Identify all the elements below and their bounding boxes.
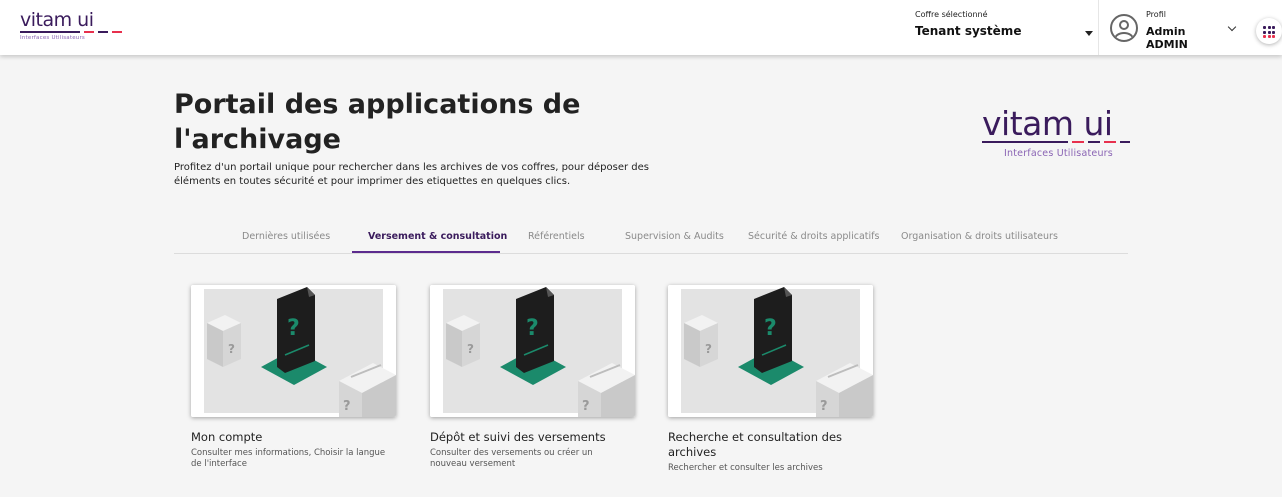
svg-text:?: ? <box>820 399 828 414</box>
card-title: Dépôt et suivi des versements <box>430 430 606 444</box>
tab-referentiels[interactable]: Référentiels <box>528 231 585 242</box>
logo-dashes <box>20 31 122 33</box>
tab-versement-consultation[interactable]: Versement & consultation <box>368 231 507 242</box>
hero-logo-text: vitam ui <box>982 104 1113 143</box>
svg-text:?: ? <box>582 399 590 414</box>
hero-logo-subtitle: Interfaces Utilisateurs <box>1004 148 1113 159</box>
coffre-label: Coffre sélectionné <box>915 10 988 19</box>
hero-logo-dashes <box>982 141 1130 143</box>
card-recherche-consultation-archives[interactable]: ? ? ? Recherche et consultation des arch… <box>668 285 873 474</box>
category-tabs: Dernières utilisées Versement & consulta… <box>174 224 1128 254</box>
card-title: Mon compte <box>191 430 263 444</box>
top-bar: vitam ui Interfaces Utilisateurs Coffre … <box>0 0 1282 55</box>
profile-menu[interactable]: Profil Admin ADMIN <box>1146 10 1226 51</box>
svg-text:?: ? <box>764 316 777 341</box>
coffre-value: Tenant système <box>915 24 1022 38</box>
unknown-document-illustration: ? ? ? <box>430 285 635 417</box>
apps-grid-icon[interactable] <box>1256 18 1282 44</box>
page-description: Profitez d'un portail unique pour recher… <box>174 162 649 187</box>
logo-text: vitam ui <box>20 9 94 31</box>
card-mon-compte[interactable]: ? ? ? Mon compte Consulter mes informati… <box>191 285 396 470</box>
svg-text:?: ? <box>287 316 300 341</box>
header-divider <box>1098 0 1099 55</box>
coffre-selector[interactable]: Coffre sélectionné Tenant système <box>915 10 1095 48</box>
user-avatar-icon[interactable] <box>1110 14 1138 42</box>
card-description: Consulter des versements ou créer un nou… <box>430 448 593 469</box>
profile-label: Profil <box>1146 10 1166 19</box>
active-tab-indicator <box>352 251 500 253</box>
card-description: Consulter mes informations, Choisir la l… <box>191 448 386 469</box>
card-illustration: ? ? ? <box>668 285 873 417</box>
header-logo[interactable]: vitam ui Interfaces Utilisateurs <box>20 9 130 49</box>
card-illustration: ? ? ? <box>191 285 396 417</box>
card-description: Rechercher et consulter les archives <box>668 463 823 473</box>
tab-organisation-droits[interactable]: Organisation & droits utilisateurs <box>901 231 1058 242</box>
svg-text:?: ? <box>467 342 474 356</box>
svg-text:?: ? <box>228 342 235 356</box>
chevron-down-icon[interactable] <box>1227 22 1237 32</box>
card-depot-suivi-versements[interactable]: ? ? ? Dépôt et suivi des versements Cons… <box>430 285 635 470</box>
card-title: Recherche et consultation des archives <box>668 430 843 459</box>
tab-dernieres-utilisees[interactable]: Dernières utilisées <box>242 231 330 242</box>
hero-logo: vitam ui Interfaces Utilisateurs <box>982 107 1142 167</box>
profile-name: Admin ADMIN <box>1146 25 1188 51</box>
tab-supervision-audits[interactable]: Supervision & Audits <box>625 231 724 242</box>
unknown-document-illustration: ? ? ? <box>191 285 396 417</box>
tab-securite-droits[interactable]: Sécurité & droits applicatifs <box>748 231 879 242</box>
svg-text:?: ? <box>343 399 351 414</box>
svg-text:?: ? <box>526 316 539 341</box>
page-title: Portail des applications de l'archivage <box>174 89 581 155</box>
svg-text:?: ? <box>705 342 712 356</box>
logo-subtitle: Interfaces Utilisateurs <box>20 35 85 41</box>
caret-down-icon <box>1085 31 1093 36</box>
card-illustration: ? ? ? <box>430 285 635 417</box>
unknown-document-illustration: ? ? ? <box>668 285 873 417</box>
